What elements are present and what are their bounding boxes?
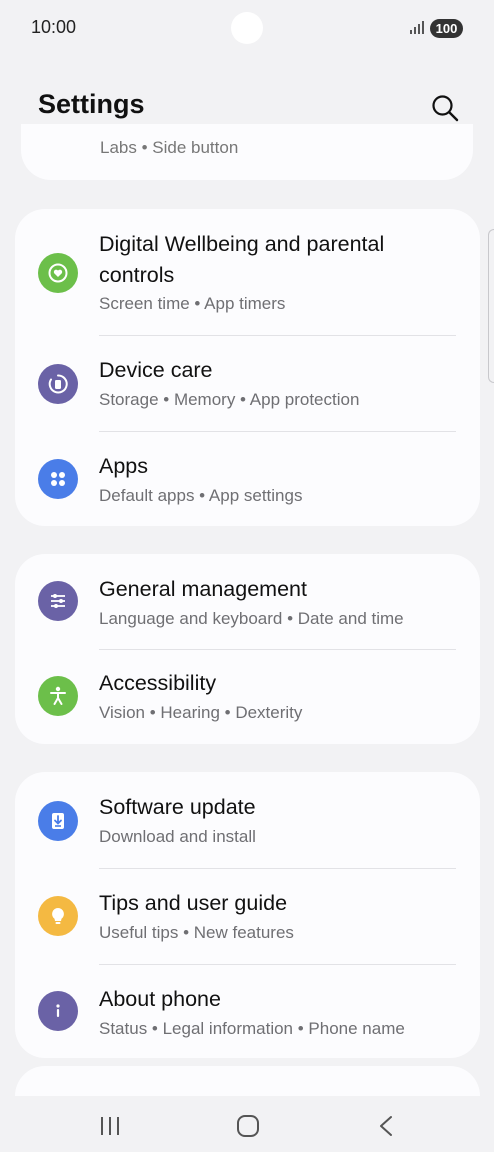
settings-item-title: Tips and user guide (99, 891, 288, 915)
settings-card-2: General management Language and keyboard… (15, 554, 480, 744)
settings-card-3: Software update Download and install Tip… (15, 772, 480, 1058)
status-bar: 10:00 100 (0, 0, 494, 56)
settings-item-title-line2: controls (99, 263, 175, 287)
apps-icon (38, 459, 78, 499)
settings-item-subtitle: Language and keyboard • Date and time (99, 609, 404, 628)
battery-icon: 100 (430, 19, 463, 38)
home-button[interactable] (228, 1106, 268, 1146)
settings-card-1: Digital Wellbeing and parental controls … (15, 209, 480, 526)
settings-item-tips[interactable]: Tips and user guide Useful tips • New fe… (15, 869, 480, 964)
settings-item-subtitle: Status • Legal information • Phone name (99, 1019, 405, 1038)
search-icon[interactable] (430, 93, 460, 123)
back-button[interactable] (366, 1106, 406, 1146)
recents-button[interactable] (90, 1106, 130, 1146)
tips-icon (38, 896, 78, 936)
settings-item-software-update[interactable]: Software update Download and install (15, 772, 480, 868)
partial-settings-card[interactable]: Labs • Side button (21, 124, 473, 180)
settings-item-subtitle: Default apps • App settings (99, 486, 303, 505)
settings-item-general-management[interactable]: General management Language and keyboard… (15, 554, 480, 649)
partial-settings-card-bottom[interactable] (15, 1066, 480, 1096)
about-phone-icon (38, 991, 78, 1031)
digital-wellbeing-icon (38, 253, 78, 293)
camera-cutout (231, 12, 263, 44)
software-update-icon (38, 801, 78, 841)
partial-card-text: Labs • Side button (100, 138, 239, 157)
general-management-icon (38, 581, 78, 621)
settings-item-subtitle: Storage • Memory • App protection (99, 390, 360, 409)
settings-item-title: About phone (99, 987, 221, 1011)
page-title: Settings (38, 89, 145, 119)
signal-icon (410, 21, 424, 34)
settings-item-device-care[interactable]: Device care Storage • Memory • App prote… (15, 336, 480, 432)
status-time: 10:00 (31, 17, 77, 37)
settings-item-subtitle: Screen time • App timers (99, 294, 286, 313)
scrollbar[interactable] (488, 229, 494, 383)
settings-item-subtitle: Download and install (99, 827, 256, 846)
settings-item-subtitle: Vision • Hearing • Dexterity (99, 703, 303, 722)
settings-item-apps[interactable]: Apps Default apps • App settings (15, 432, 480, 526)
device-care-icon (38, 364, 78, 404)
settings-item-accessibility[interactable]: Accessibility Vision • Hearing • Dexteri… (15, 650, 480, 744)
accessibility-icon (38, 676, 78, 716)
settings-item-title: General management (99, 577, 307, 601)
settings-item-title: Device care (99, 358, 213, 382)
navigation-bar (0, 1096, 494, 1152)
settings-item-title: Accessibility (99, 671, 217, 695)
settings-item-title: Software update (99, 795, 256, 819)
settings-item-subtitle: Useful tips • New features (99, 923, 294, 942)
settings-item-about-phone[interactable]: About phone Status • Legal information •… (15, 965, 480, 1058)
settings-item-title: Apps (99, 454, 149, 478)
settings-item-digital-wellbeing[interactable]: Digital Wellbeing and parental controls … (15, 209, 480, 336)
settings-item-title: Digital Wellbeing and parental (99, 232, 385, 256)
